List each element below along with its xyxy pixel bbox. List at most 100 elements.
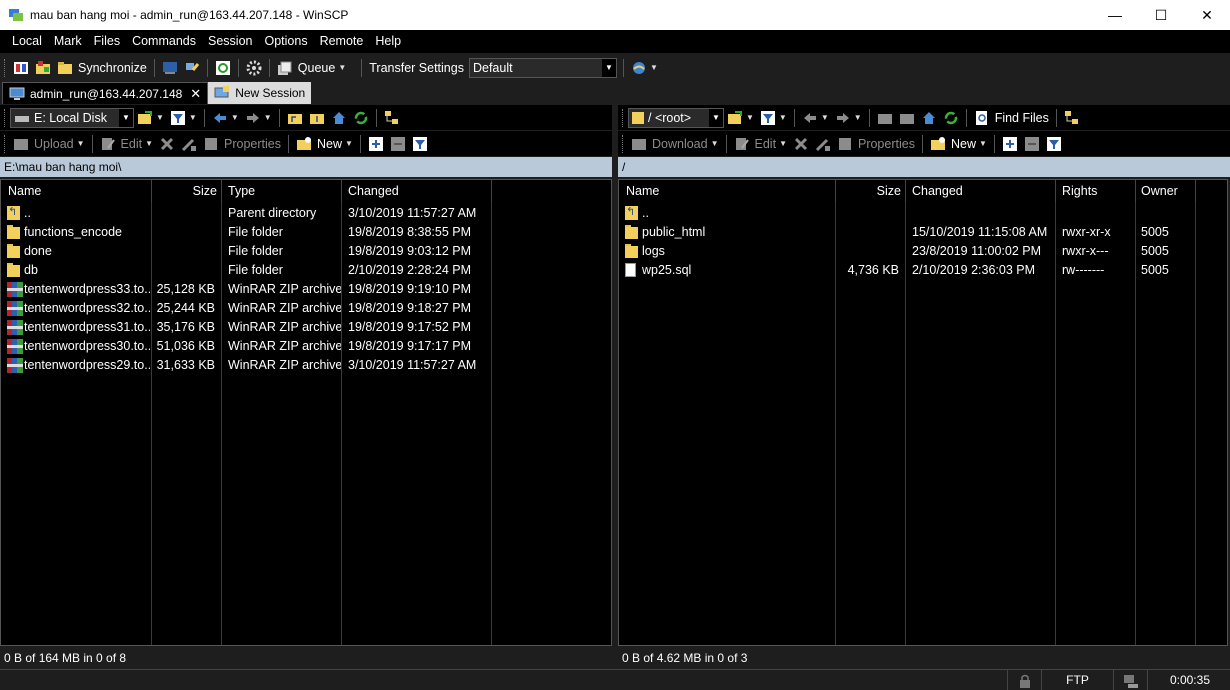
close-tab-icon[interactable]: ✕: [190, 86, 201, 102]
tab-new-session[interactable]: New Session: [208, 82, 312, 104]
menu-session[interactable]: Session: [202, 30, 258, 53]
left-open-directory-button[interactable]: ▼: [134, 107, 167, 129]
right-col-rights[interactable]: Rights: [1056, 180, 1136, 202]
left-new-button[interactable]: New ▼: [293, 133, 356, 155]
left-rename-button[interactable]: [178, 133, 200, 155]
left-delete-button[interactable]: [156, 133, 178, 155]
keep-up-to-date-button[interactable]: [32, 57, 54, 79]
putty-button[interactable]: [181, 57, 203, 79]
file-row[interactable]: public_html 15/10/2019 11:15:08 AM rwxr-xr…: [619, 223, 1227, 242]
file-row[interactable]: logs 23/8/2019 11:00:02 PM rwxr-x--- 5005: [619, 242, 1227, 261]
file-row[interactable]: wp25.sql 4,736 KB 2/10/2019 2:36:03 PM rw--…: [619, 261, 1227, 280]
right-forward-button[interactable]: ▼: [832, 107, 865, 129]
transfer-settings-select[interactable]: Default ▼: [468, 57, 617, 78]
find-files-button[interactable]: Find Files: [971, 107, 1052, 129]
file-row[interactable]: done File folder 19/8/2019 9:03:12 PM: [1, 242, 611, 261]
open-terminal-button[interactable]: [159, 57, 181, 79]
upload-button[interactable]: Upload ▼: [10, 133, 88, 155]
file-row[interactable]: functions_encode File folder 19/8/2019 8:3…: [1, 223, 611, 242]
left-properties-button[interactable]: Properties: [200, 133, 284, 155]
left-select-all-button[interactable]: [365, 133, 387, 155]
menu-commands[interactable]: Commands: [126, 30, 202, 53]
file-row[interactable]: tentenwordpress33.to... 25,128 KB WinRAR Z…: [1, 280, 611, 299]
right-home-directory-button[interactable]: [918, 107, 940, 129]
right-back-button[interactable]: ▼: [799, 107, 832, 129]
file-row[interactable]: tentenwordpress31.to... 35,176 KB WinRAR Z…: [1, 318, 611, 337]
maximize-button[interactable]: ☐: [1138, 0, 1184, 30]
left-drive-select[interactable]: E: Local Disk ▼: [10, 107, 134, 128]
right-col-name[interactable]: Name: [619, 180, 836, 202]
refresh-session-button[interactable]: [212, 57, 234, 79]
menu-local[interactable]: Local: [6, 30, 48, 53]
file-icon: [625, 263, 636, 277]
folder-icon: [7, 225, 20, 239]
right-properties-button[interactable]: Properties: [834, 133, 918, 155]
transfer-options-button[interactable]: ▼: [628, 57, 661, 79]
right-new-button[interactable]: New ▼: [927, 133, 990, 155]
file-row[interactable]: tentenwordpress30.to... 51,036 KB WinRAR Z…: [1, 337, 611, 356]
right-directory-select[interactable]: / <root> ▼: [628, 107, 724, 128]
synchronize-button[interactable]: Synchronize: [54, 57, 150, 79]
compare-directories-button[interactable]: [10, 57, 32, 79]
synchronize-icon: [57, 60, 73, 76]
menu-options[interactable]: Options: [258, 30, 313, 53]
right-path-bar[interactable]: /: [618, 157, 1230, 177]
right-open-directory-button[interactable]: ▼: [724, 107, 757, 129]
close-window-button[interactable]: ✕: [1184, 0, 1230, 30]
right-rename-button[interactable]: [812, 133, 834, 155]
tab-session-admin[interactable]: admin_run@163.44.207.148 ✕: [2, 82, 209, 104]
file-row[interactable]: db File folder 2/10/2019 2:28:24 PM: [1, 261, 611, 280]
right-select-filter-button[interactable]: [1043, 133, 1065, 155]
file-row[interactable]: .. Parent directory 3/10/2019 11:57:27 AM: [1, 204, 611, 223]
left-unselect-all-button[interactable]: [387, 133, 409, 155]
file-row[interactable]: ..: [619, 204, 1227, 223]
minimize-button[interactable]: —: [1092, 0, 1138, 30]
right-delete-button[interactable]: [790, 133, 812, 155]
left-filter-button[interactable]: ▼: [167, 107, 200, 129]
right-col-changed[interactable]: Changed: [906, 180, 1056, 202]
download-button[interactable]: Download ▼: [628, 133, 722, 155]
left-select-filter-button[interactable]: [409, 133, 431, 155]
left-col-name[interactable]: Name: [1, 180, 152, 202]
left-col-size[interactable]: Size: [152, 180, 222, 202]
cell-type: WinRAR ZIP archive: [228, 320, 341, 334]
left-tree-button[interactable]: [381, 107, 403, 129]
left-file-panel[interactable]: Name Size Type Changed .. Parent director…: [0, 179, 612, 646]
queue-button[interactable]: Queue ▼: [274, 57, 349, 79]
find-files-icon: [974, 110, 990, 126]
left-root-directory-button[interactable]: [306, 107, 328, 129]
left-edit-button[interactable]: Edit ▼: [97, 133, 156, 155]
file-row[interactable]: tentenwordpress29.to... 31,633 KB WinRAR Z…: [1, 356, 611, 375]
menu-mark[interactable]: Mark: [48, 30, 88, 53]
right-refresh-button[interactable]: [940, 107, 962, 129]
left-col-changed[interactable]: Changed: [342, 180, 492, 202]
menu-remote[interactable]: Remote: [314, 30, 370, 53]
cell-rights: rwxr-x---: [1062, 244, 1109, 258]
right-col-size[interactable]: Size: [836, 180, 906, 202]
right-filter-button[interactable]: ▼: [757, 107, 790, 129]
right-root-directory-button[interactable]: [896, 107, 918, 129]
left-refresh-button[interactable]: [350, 107, 372, 129]
arrow-left-icon: [212, 110, 228, 126]
menu-files[interactable]: Files: [88, 30, 126, 53]
file-name: public_html: [642, 225, 706, 239]
file-row[interactable]: tentenwordpress32.to... 25,244 KB WinRAR Z…: [1, 299, 611, 318]
right-parent-directory-button[interactable]: [874, 107, 896, 129]
transfer-settings-label: Transfer Settings: [369, 60, 464, 75]
preferences-button[interactable]: [243, 57, 265, 79]
right-tree-button[interactable]: [1061, 107, 1083, 129]
left-home-directory-button[interactable]: [328, 107, 350, 129]
menu-help[interactable]: Help: [369, 30, 407, 53]
right-col-owner[interactable]: Owner: [1136, 180, 1196, 202]
left-back-button[interactable]: ▼: [209, 107, 242, 129]
right-file-panel[interactable]: Name Size Changed Rights Owner .. public_…: [618, 179, 1228, 646]
file-name: tentenwordpress32.to...: [24, 301, 150, 315]
right-edit-button[interactable]: Edit ▼: [731, 133, 790, 155]
right-unselect-all-button[interactable]: [1021, 133, 1043, 155]
left-col-type[interactable]: Type: [222, 180, 342, 202]
terminal-icon: [162, 60, 178, 76]
right-select-all-button[interactable]: [999, 133, 1021, 155]
left-parent-directory-button[interactable]: [284, 107, 306, 129]
left-path-bar[interactable]: E:\mau ban hang moi\: [0, 157, 612, 177]
left-forward-button[interactable]: ▼: [242, 107, 275, 129]
